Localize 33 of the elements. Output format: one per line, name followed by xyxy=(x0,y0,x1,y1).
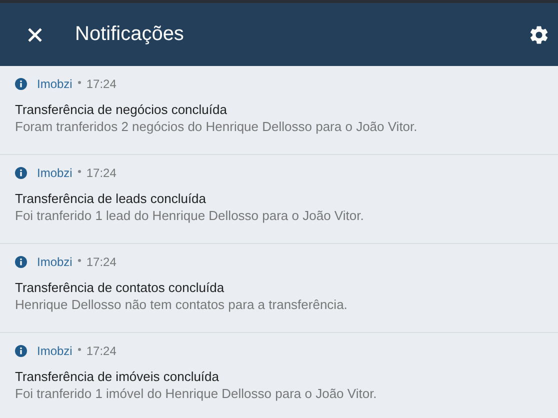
settings-icon xyxy=(528,24,550,46)
header-title: Notificações xyxy=(75,23,185,46)
notification-title: Transferência de leads concluída xyxy=(15,190,206,207)
notification-message: Foi tranferido 1 lead do Henrique Dellosso para o João Vitor. xyxy=(15,207,364,224)
time-label: 17:24 xyxy=(86,77,116,91)
source-label: Imobzi xyxy=(37,77,72,91)
info-icon xyxy=(15,78,27,90)
separator-dot xyxy=(78,258,82,262)
notification-message: Henrique Dellosso não tem contatos para a transferência. xyxy=(15,296,348,313)
separator-dot xyxy=(78,348,82,350)
time-label: 17:24 xyxy=(86,344,116,358)
notification-item[interactable]: Imobzi 17:24 Transferência de leads concluída Foi tranferido 1 lead do Henrique Dellosso para o João Vitor. xyxy=(0,155,558,244)
notification-message: Foi tranferido 1 imóvel do Henrique Dellosso para o João Vitor. xyxy=(15,385,377,402)
close-button[interactable] xyxy=(27,26,43,42)
notification-item[interactable]: Imobzi 17:24 Transferência de imóveis concluída Foi tranferido 1 imóvel do Henrique Dellosso para o João Vitor. xyxy=(0,333,558,418)
info-icon xyxy=(15,256,27,268)
notification-title: Transferência de imóveis concluída xyxy=(15,368,220,385)
notification-item[interactable]: Imobzi 17:24 Transferência de negócios concluída Foram tranferidos 2 negócios do Henrique Dellosso para o João Vitor. xyxy=(0,66,558,155)
settings-button[interactable] xyxy=(528,24,550,46)
close-icon xyxy=(27,26,43,42)
separator-dot xyxy=(78,80,82,84)
separator-dot xyxy=(78,170,82,172)
notification-title: Transferência de contatos concluída xyxy=(15,279,224,296)
source-label: Imobzi xyxy=(37,344,72,358)
notification-message: Foram tranferidos 2 negócios do Henrique Dellosso para o João Vitor. xyxy=(15,118,418,135)
notification-item[interactable]: Imobzi 17:24 Transferência de contatos concluída Henrique Dellosso não tem contatos para a transferência. xyxy=(0,244,558,333)
time-label: 17:24 xyxy=(86,166,116,180)
source-label: Imobzi xyxy=(37,166,72,180)
notification-title: Transferência de negócios concluída xyxy=(15,101,227,118)
time-label: 17:24 xyxy=(86,255,116,269)
info-icon xyxy=(15,167,27,179)
info-icon xyxy=(15,345,27,357)
source-label: Imobzi xyxy=(37,255,72,269)
